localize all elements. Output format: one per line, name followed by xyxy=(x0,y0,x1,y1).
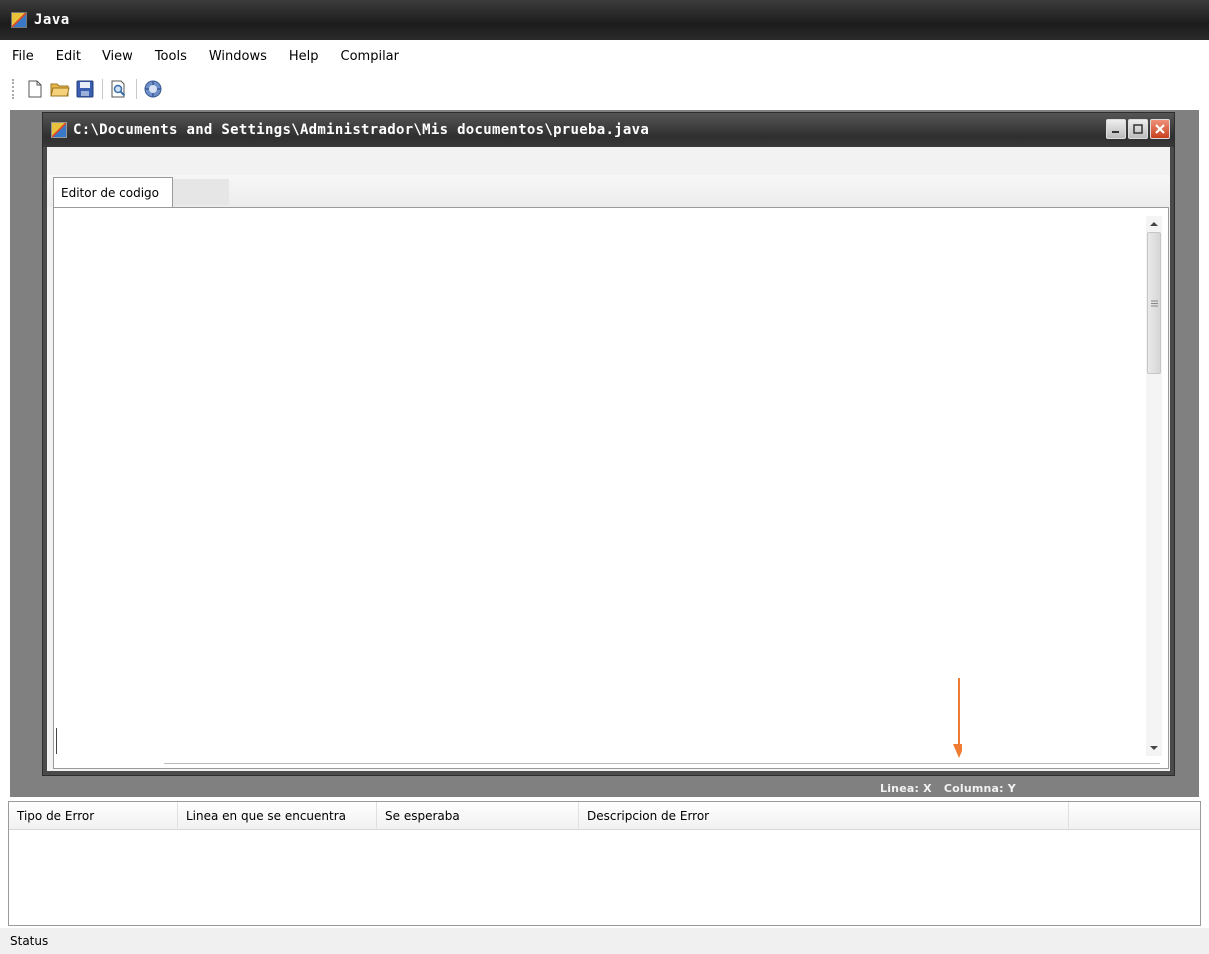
column-header-se-esperaba[interactable]: Se esperaba xyxy=(377,802,579,830)
close-button[interactable] xyxy=(1150,119,1170,139)
menu-compilar[interactable]: Compilar xyxy=(341,49,399,64)
toolbar-separator xyxy=(136,79,137,99)
status-bar: Status xyxy=(0,928,1209,954)
columna-label: Columna: Y xyxy=(943,782,1016,795)
tab-editor-de-codigo[interactable]: Editor de codigo xyxy=(53,177,173,207)
code-editor-panel xyxy=(53,207,1169,769)
toolbar-separator xyxy=(102,79,103,99)
app-title: Java xyxy=(34,12,70,28)
print-preview-icon[interactable] xyxy=(109,79,129,99)
menu-windows[interactable]: Windows xyxy=(209,49,267,64)
chevron-down-icon xyxy=(1150,746,1158,750)
menu-help[interactable]: Help xyxy=(289,49,319,64)
document-icon xyxy=(51,122,67,138)
menu-edit[interactable]: Edit xyxy=(56,49,81,64)
toolbar-grip[interactable] xyxy=(12,79,15,99)
cursor-position-label: Linea: X Columna: Y xyxy=(880,782,1028,795)
close-icon xyxy=(1155,124,1165,134)
menu-tools[interactable]: Tools xyxy=(155,49,187,64)
column-header-linea[interactable]: Linea en que se encuentra xyxy=(178,802,377,830)
text-caret xyxy=(56,728,57,754)
toolbar xyxy=(0,72,1209,106)
chevron-up-icon xyxy=(1150,222,1158,226)
editor-child-window: C:\Documents and Settings\Administrador\… xyxy=(42,112,1175,776)
app-icon xyxy=(11,12,27,28)
child-window-title: C:\Documents and Settings\Administrador\… xyxy=(73,122,650,138)
maximize-button[interactable] xyxy=(1128,119,1148,139)
column-header-tipo-de-error[interactable]: Tipo de Error xyxy=(9,802,178,830)
editor-divider xyxy=(164,763,1160,764)
status-text: Status xyxy=(10,934,49,948)
maximize-icon xyxy=(1133,124,1143,134)
minimize-icon xyxy=(1112,131,1119,133)
menu-bar: File Edit View Tools Windows Help Compil… xyxy=(0,40,1209,72)
error-list-panel: Tipo de Error Linea en que se encuentra … xyxy=(8,801,1201,926)
mdi-workspace: C:\Documents and Settings\Administrador\… xyxy=(10,110,1199,797)
linea-label: Linea: X xyxy=(880,782,932,795)
child-client-area: Editor de codigo xyxy=(47,147,1170,771)
vertical-scrollbar[interactable] xyxy=(1146,216,1162,756)
error-table-header: Tipo de Error Linea en que se encuentra … xyxy=(9,802,1200,830)
menu-file[interactable]: File xyxy=(12,49,34,64)
tab-strip-spacer xyxy=(173,179,229,205)
grip-lines-icon xyxy=(1150,300,1158,306)
tab-strip: Editor de codigo xyxy=(47,175,1170,207)
column-header-descripcion[interactable]: Descripcion de Error xyxy=(579,802,1069,830)
open-folder-icon[interactable] xyxy=(50,79,70,99)
menu-view[interactable]: View xyxy=(102,49,133,64)
compile-icon[interactable] xyxy=(143,79,163,99)
minimize-button[interactable] xyxy=(1106,119,1126,139)
child-title-bar[interactable]: C:\Documents and Settings\Administrador\… xyxy=(43,113,1174,147)
annotation-arrow-icon xyxy=(953,678,962,758)
save-icon[interactable] xyxy=(75,79,95,99)
window-controls xyxy=(1106,119,1170,139)
app-title-bar: Java xyxy=(0,0,1209,40)
new-file-icon[interactable] xyxy=(25,79,45,99)
scroll-up-arrow[interactable] xyxy=(1146,216,1162,232)
tab-label: Editor de codigo xyxy=(61,185,159,200)
code-editor-textarea[interactable] xyxy=(57,211,1148,760)
scroll-down-arrow[interactable] xyxy=(1146,740,1162,756)
column-header-empty[interactable] xyxy=(1069,802,1200,830)
scroll-thumb[interactable] xyxy=(1147,232,1161,374)
